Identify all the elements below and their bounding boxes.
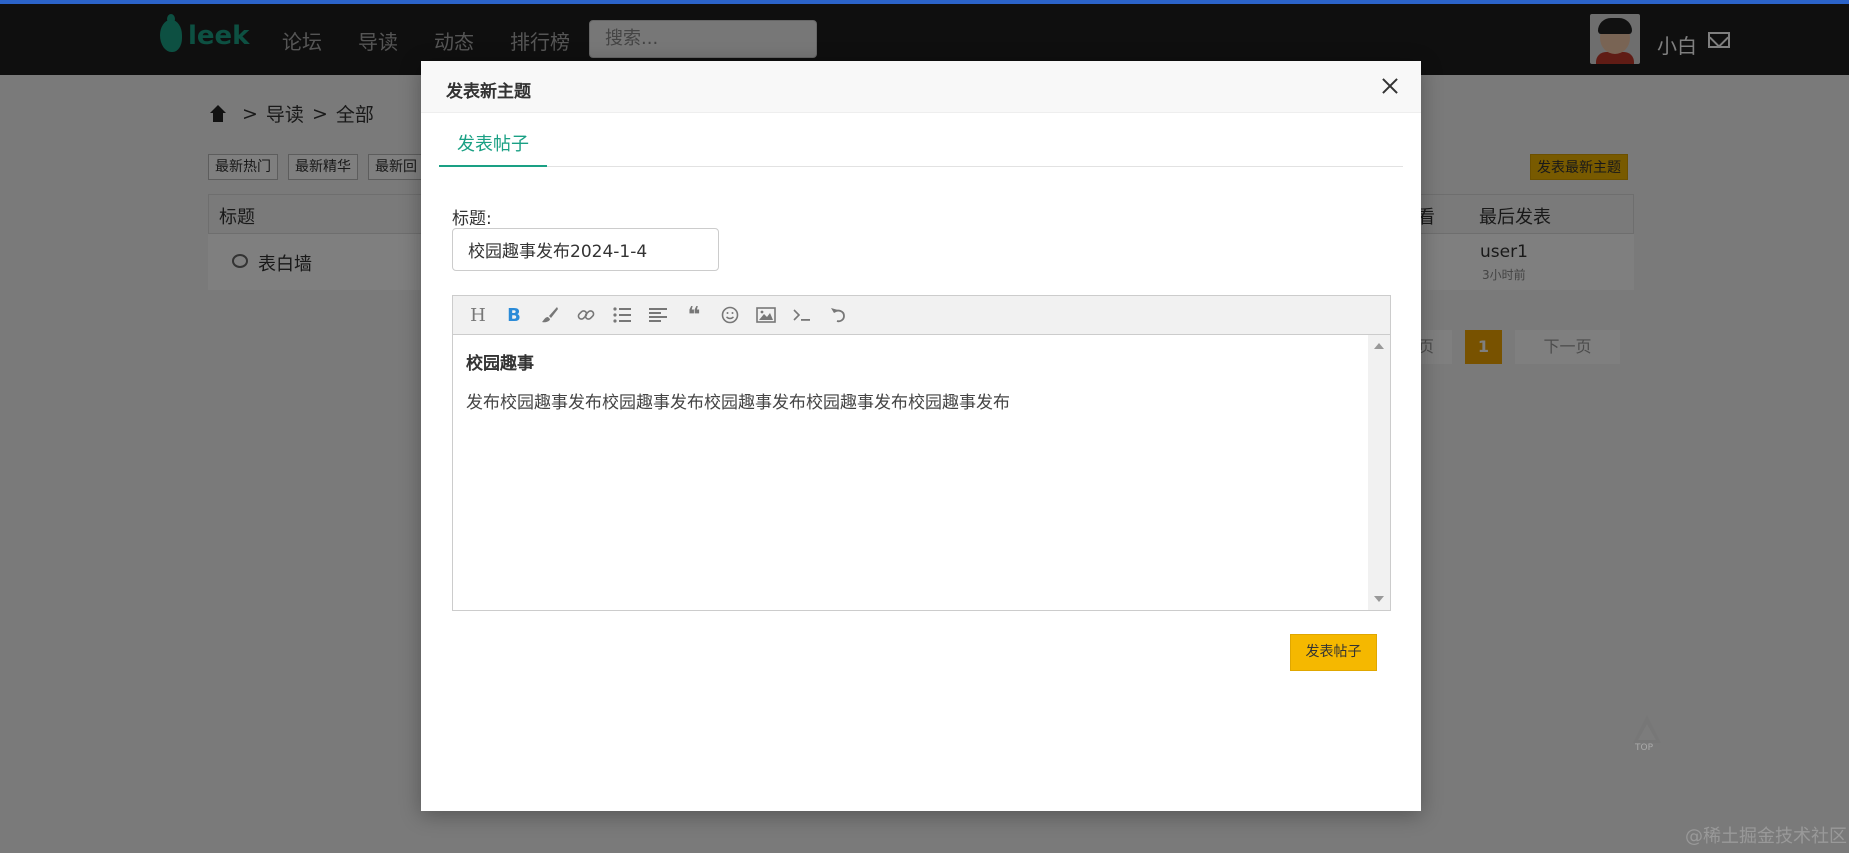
code-icon[interactable]	[791, 304, 813, 326]
editor-content[interactable]: 校园趣事 发布校园趣事发布校园趣事发布校园趣事发布校园趣事发布校园趣事发布	[453, 335, 1368, 610]
editor-paragraph: 发布校园趣事发布校园趣事发布校园趣事发布校园趣事发布校园趣事发布	[466, 393, 1010, 413]
watermark: @稀土掘金技术社区	[1685, 826, 1847, 847]
editor-toolbar: H B ❝	[453, 296, 1390, 335]
modal-tabs: 发表帖子	[439, 113, 1403, 167]
scroll-down-icon[interactable]	[1374, 596, 1384, 602]
quote-icon[interactable]: ❝	[683, 303, 705, 328]
link-icon[interactable]	[575, 304, 597, 326]
undo-icon[interactable]	[827, 304, 849, 326]
modal-title: 发表新主题	[446, 82, 531, 102]
tab-post[interactable]: 发表帖子	[439, 113, 547, 167]
title-input[interactable]	[452, 228, 719, 271]
title-label: 标题:	[452, 209, 492, 229]
close-icon[interactable]	[1379, 75, 1401, 97]
bold-icon[interactable]: B	[503, 304, 525, 326]
image-icon[interactable]	[755, 304, 777, 326]
modal-header: 发表新主题	[421, 61, 1421, 113]
brush-icon[interactable]	[539, 304, 561, 326]
editor-heading: 校园趣事	[466, 354, 534, 374]
align-left-icon[interactable]	[647, 304, 669, 326]
heading-icon[interactable]: H	[467, 304, 489, 326]
submit-post-button[interactable]: 发表帖子	[1290, 634, 1377, 671]
scroll-up-icon[interactable]	[1374, 343, 1384, 349]
markdown-editor: H B ❝ 校园趣事 发布校园趣事发布校园趣事发布校园趣事发布校园趣事发布校园趣…	[452, 295, 1391, 611]
back-to-top-button[interactable]: TOP	[1630, 715, 1664, 755]
new-topic-modal: 发表新主题 发表帖子 标题: H B ❝	[421, 61, 1421, 811]
emoji-icon[interactable]	[719, 304, 741, 326]
editor-scrollbar[interactable]	[1368, 335, 1390, 610]
list-icon[interactable]	[611, 304, 633, 326]
